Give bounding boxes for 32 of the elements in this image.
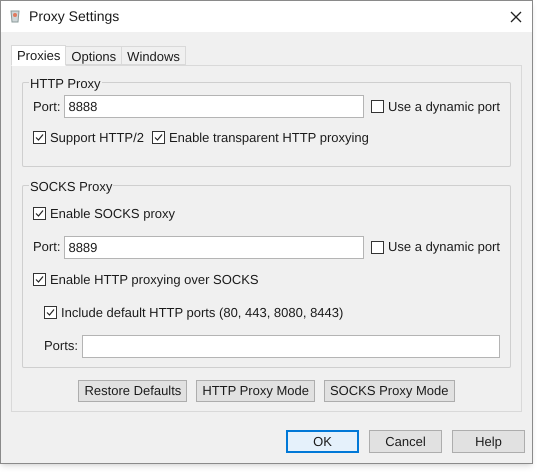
mode-button[interactable]: Restore Defaults [78, 380, 188, 402]
checkbox-label: Enable SOCKS proxy [50, 205, 176, 223]
field-label: Port: [33, 98, 60, 116]
tab[interactable]: Options [66, 46, 122, 65]
dialog-button[interactable]: Cancel [369, 430, 442, 453]
mode-button[interactable]: HTTP Proxy Mode [196, 380, 315, 402]
checkbox-label: Use a dynamic port [388, 238, 500, 256]
tab[interactable]: Proxies [11, 45, 66, 66]
input-field[interactable] [82, 334, 500, 358]
window-title: Proxy Settings [29, 7, 120, 26]
checkbox-label: Enable HTTP proxying over SOCKS [50, 270, 259, 289]
close-icon[interactable] [510, 10, 522, 22]
field-label: Port: [33, 238, 60, 256]
checkbox[interactable] [371, 240, 384, 254]
checkbox[interactable] [33, 207, 46, 220]
input-field[interactable]: 8888 [64, 95, 364, 118]
checkbox[interactable] [33, 272, 46, 286]
checkbox-label: Include default HTTP ports (80, 443, 8080, 8443) [61, 304, 344, 322]
app-icon [9, 10, 21, 24]
mode-button[interactable]: SOCKS Proxy Mode [324, 380, 454, 402]
checkbox-label: Support HTTP/2 [50, 129, 144, 147]
tab[interactable]: Windows [122, 46, 186, 65]
checkbox[interactable] [371, 100, 384, 113]
input-field[interactable]: 8889 [64, 236, 364, 258]
checkbox[interactable] [152, 131, 165, 144]
checkbox-label: Enable transparent HTTP proxying [168, 129, 369, 147]
dialog-button[interactable]: Help [452, 430, 525, 453]
dialog-button[interactable]: OK [286, 430, 359, 453]
checkbox[interactable] [33, 131, 46, 144]
checkbox-label: Use a dynamic port [388, 98, 500, 116]
checkbox[interactable] [44, 306, 57, 320]
field-label: Ports: [44, 337, 78, 356]
